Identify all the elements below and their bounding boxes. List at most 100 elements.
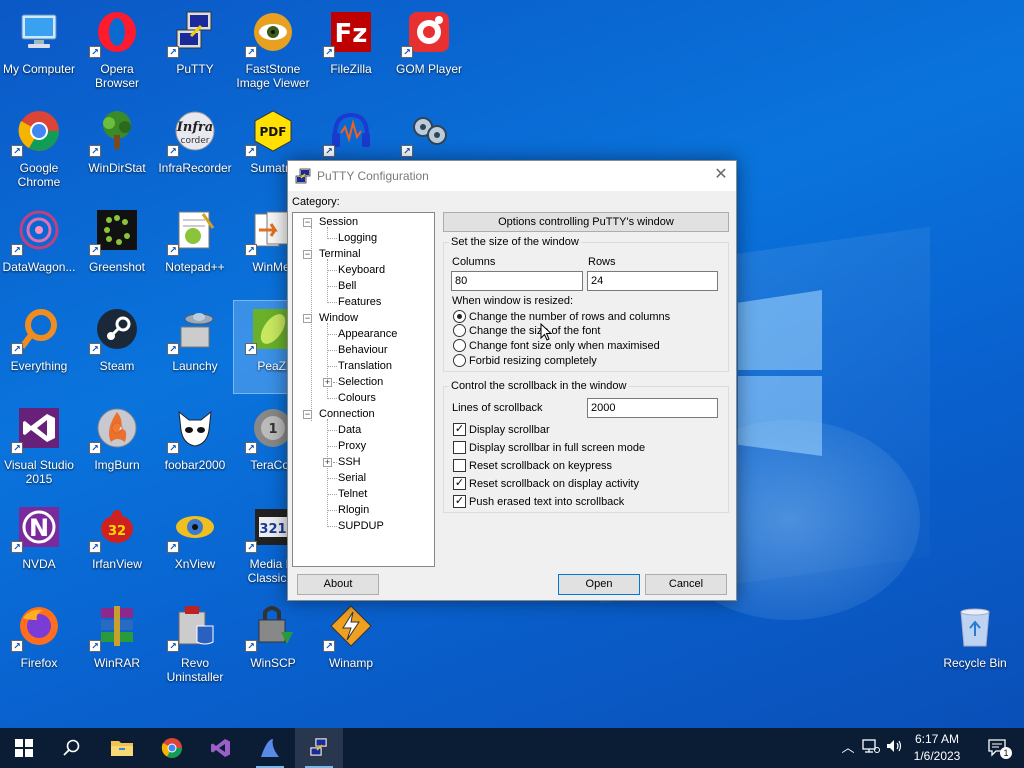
tree-item-features[interactable]: Features	[338, 294, 381, 310]
taskbar-clock[interactable]: 6:17 AM 1/6/2023	[902, 731, 972, 765]
tree-collapse-terminal-icon[interactable]: −	[303, 250, 312, 259]
tree-collapse-session-icon[interactable]: −	[303, 218, 312, 227]
scrollback-lines-input[interactable]: 2000	[587, 398, 718, 418]
desktop-icon-opera[interactable]: ↗ Opera Browser	[78, 4, 156, 96]
shortcut-arrow-icon: ↗	[11, 442, 23, 454]
taskbar-app-running[interactable]	[246, 728, 294, 768]
tree-item-logging[interactable]: Logging	[338, 230, 377, 246]
desktop-icon-putty[interactable]: ↗ PuTTY	[156, 4, 234, 96]
tree-collapse-connection-icon[interactable]: −	[303, 410, 312, 419]
desktop-icon-faststone[interactable]: ↗ FastStone Image Viewer	[234, 4, 312, 96]
cancel-button[interactable]: Cancel	[645, 574, 727, 595]
tree-item-connection[interactable]: Connection	[319, 406, 375, 422]
taskbar-putty[interactable]	[295, 728, 343, 768]
tree-item-serial[interactable]: Serial	[338, 470, 366, 486]
taskbar-chrome[interactable]	[148, 728, 196, 768]
desktop-icon-gom-player[interactable]: ↗ GOM Player	[390, 4, 468, 96]
greenshot-icon: ↗	[89, 206, 141, 256]
taskbar-file-explorer[interactable]	[98, 728, 146, 768]
desktop-icon-revo-uninstaller[interactable]: ↗ Revo Uninstaller	[156, 598, 234, 690]
radio-forbid-resizing[interactable]: Forbid resizing completely	[453, 353, 597, 368]
desktop-icon-visual-studio[interactable]: ↗ Visual Studio 2015	[0, 400, 78, 492]
tree-item-data[interactable]: Data	[338, 422, 361, 438]
desktop-icon-winrar[interactable]: ↗ WinRAR	[78, 598, 156, 690]
desktop-icon-imgburn[interactable]: ↗ ImgBurn	[78, 400, 156, 492]
desktop-icon-nvda[interactable]: N ↗ NVDA	[0, 499, 78, 591]
desktop-icon-recycle-bin[interactable]: Recycle Bin	[936, 598, 1014, 690]
search-icon	[63, 739, 80, 756]
checkbox-reset-on-activity[interactable]: ✓ Reset scrollback on display activity	[453, 476, 639, 491]
volume-icon[interactable]	[884, 738, 904, 758]
desktop-icon-datawagon[interactable]: ↗ DataWagon...	[0, 202, 78, 294]
shortcut-arrow-icon: ↗	[245, 541, 257, 553]
taskbar-visual-studio[interactable]	[197, 728, 245, 768]
desktop-icon-my-computer[interactable]: My Computer	[0, 4, 78, 96]
desktop-icon-firefox[interactable]: ↗ Firefox	[0, 598, 78, 690]
resize-label: When window is resized:	[452, 295, 574, 307]
checkbox-push-erased-text[interactable]: ✓ Push erased text into scrollback	[453, 494, 624, 509]
radio-change-font-size[interactable]: Change the size of the font	[453, 323, 600, 338]
tree-item-appearance[interactable]: Appearance	[338, 326, 397, 342]
tree-expand-selection-icon[interactable]: +	[323, 378, 332, 387]
network-icon[interactable]	[861, 738, 881, 758]
windows-start-icon	[15, 739, 33, 757]
tree-expand-ssh-icon[interactable]: +	[323, 458, 332, 467]
xnview-icon: ↗	[167, 503, 219, 553]
tree-item-session[interactable]: Session	[319, 214, 358, 230]
windirstat-icon: ↗	[89, 107, 141, 157]
tree-collapse-window-icon[interactable]: −	[303, 314, 312, 323]
search-button[interactable]	[48, 728, 96, 768]
desktop-icon-filezilla[interactable]: Fz ↗ FileZilla	[312, 4, 390, 96]
tree-item-behaviour[interactable]: Behaviour	[338, 342, 388, 358]
tree-item-rlogin[interactable]: Rlogin	[338, 502, 369, 518]
tree-item-selection[interactable]: Selection	[338, 374, 383, 390]
desktop-icon-xnview[interactable]: ↗ XnView	[156, 499, 234, 591]
action-center-button[interactable]: 1	[988, 738, 1012, 759]
tree-item-keyboard[interactable]: Keyboard	[338, 262, 385, 278]
shark-app-icon	[261, 739, 279, 757]
desktop-icon-launchy[interactable]: ↗ Launchy	[156, 301, 234, 393]
tree-item-proxy[interactable]: Proxy	[338, 438, 366, 454]
app-icon: ↗	[401, 107, 453, 157]
tree-item-terminal[interactable]: Terminal	[319, 246, 361, 262]
tree-item-bell[interactable]: Bell	[338, 278, 356, 294]
shortcut-arrow-icon: ↗	[167, 640, 179, 652]
tree-item-window[interactable]: Window	[319, 310, 358, 326]
columns-input[interactable]: 80	[451, 271, 583, 291]
desktop-icon-winamp[interactable]: ↗ Winamp	[312, 598, 390, 690]
desktop-icon-windirstat[interactable]: ↗ WinDirStat	[78, 103, 156, 195]
checkbox-display-scrollbar[interactable]: ✓ Display scrollbar	[453, 422, 550, 437]
desktop-icon-google-chrome[interactable]: ↗ Google Chrome	[0, 103, 78, 195]
tree-item-ssh[interactable]: SSH	[338, 454, 361, 470]
tree-item-telnet[interactable]: Telnet	[338, 486, 367, 502]
datawagon-icon: ↗	[11, 206, 63, 256]
shortcut-arrow-icon: ↗	[323, 145, 335, 157]
tree-item-colours[interactable]: Colours	[338, 390, 376, 406]
about-button[interactable]: About	[297, 574, 379, 595]
desktop-icon-steam[interactable]: ↗ Steam	[78, 301, 156, 393]
open-button[interactable]: Open	[558, 574, 640, 595]
visual-studio-icon: ↗	[11, 404, 63, 454]
start-button[interactable]	[0, 728, 48, 768]
desktop-icon-winscp[interactable]: ↗ WinSCP	[234, 598, 312, 690]
tree-item-translation[interactable]: Translation	[338, 358, 392, 374]
rows-input[interactable]: 24	[587, 271, 718, 291]
checkbox-scrollbar-fullscreen[interactable]: Display scrollbar in full screen mode	[453, 440, 645, 455]
desktop-icon-irfanview[interactable]: 32 ↗ IrfanView	[78, 499, 156, 591]
desktop-icon-foobar2000[interactable]: ↗ foobar2000	[156, 400, 234, 492]
desktop-icon-greenshot[interactable]: ↗ Greenshot	[78, 202, 156, 294]
dialog-titlebar[interactable]: PuTTY Configuration ✕	[288, 161, 736, 191]
close-button[interactable]: ✕	[706, 161, 736, 191]
radio-font-when-maximised[interactable]: Change font size only when maximised	[453, 338, 660, 353]
checkbox-reset-on-keypress[interactable]: Reset scrollback on keypress	[453, 458, 612, 473]
desktop-icon-everything[interactable]: ↗ Everything	[0, 301, 78, 393]
desktop-icon-notepadpp[interactable]: ↗ Notepad++	[156, 202, 234, 294]
category-tree[interactable]: − Session Logging − Terminal Keyboard Be…	[292, 212, 435, 567]
file-explorer-icon	[111, 741, 133, 756]
radio-change-rows-columns[interactable]: Change the number of rows and columns	[453, 309, 670, 324]
show-hidden-icons-button[interactable]: ︿	[838, 738, 858, 758]
notification-count-badge: 1	[1000, 747, 1012, 759]
desktop-icon-infrarecorder[interactable]: Infra corder ↗ InfraRecorder	[156, 103, 234, 195]
tree-item-supdup[interactable]: SUPDUP	[338, 518, 384, 534]
shortcut-arrow-icon: ↗	[245, 46, 257, 58]
